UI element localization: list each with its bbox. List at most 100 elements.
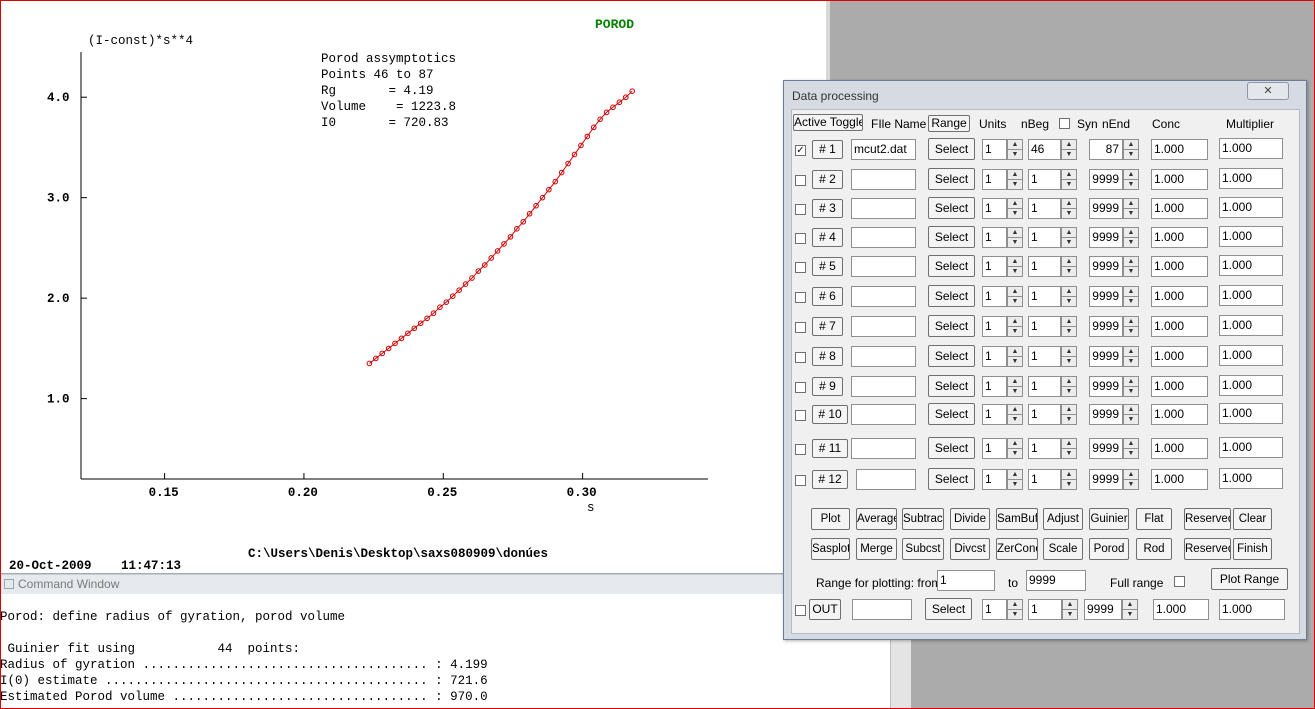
up-arrow-icon[interactable]: ▲ <box>1008 287 1022 297</box>
row-active-checkbox[interactable] <box>795 233 806 244</box>
close-button[interactable]: ✕ <box>1247 82 1289 100</box>
up-arrow-icon[interactable]: ▲ <box>1062 140 1076 150</box>
units-field[interactable]: 1 <box>982 139 1007 160</box>
scale-button[interactable]: Scale <box>1043 538 1083 560</box>
down-arrow-icon[interactable]: ▼ <box>1008 357 1022 367</box>
up-arrow-icon[interactable]: ▲ <box>1008 228 1022 238</box>
multiplier-field[interactable]: 1.000 <box>1219 255 1283 276</box>
up-arrow-icon[interactable]: ▲ <box>1008 470 1022 480</box>
file-name-field[interactable] <box>851 256 916 277</box>
conc-field[interactable]: 1.000 <box>1151 227 1208 248</box>
divcst-button[interactable]: Divcst <box>950 538 990 560</box>
sasplot-button[interactable]: Sasplot <box>811 538 850 560</box>
select-button[interactable]: Select <box>928 403 975 425</box>
down-arrow-icon[interactable]: ▼ <box>1062 480 1076 490</box>
down-arrow-icon[interactable]: ▼ <box>1062 150 1076 160</box>
row-number-button[interactable]: # 2 <box>812 170 843 189</box>
range-from-field[interactable]: 1 <box>937 570 995 591</box>
file-name-field[interactable] <box>851 316 916 337</box>
up-arrow-icon[interactable]: ▲ <box>1008 439 1022 449</box>
nend-spinner[interactable]: ▲ ▼ <box>1123 346 1139 367</box>
up-arrow-icon[interactable]: ▲ <box>1008 405 1022 415</box>
out-nend-field[interactable]: 9999 <box>1084 599 1122 620</box>
down-arrow-icon[interactable]: ▼ <box>1008 150 1022 160</box>
units-spinner[interactable]: ▲ ▼ <box>1007 227 1023 248</box>
row-active-checkbox[interactable] <box>795 352 806 363</box>
up-arrow-icon[interactable]: ▲ <box>1008 170 1022 180</box>
nbeg-field[interactable]: 1 <box>1028 316 1061 337</box>
up-arrow-icon[interactable]: ▲ <box>1062 199 1076 209</box>
multiplier-field[interactable]: 1.000 <box>1219 403 1283 424</box>
up-arrow-icon[interactable]: ▲ <box>1062 228 1076 238</box>
multiplier-field[interactable]: 1.000 <box>1219 138 1283 159</box>
file-name-field[interactable] <box>851 438 916 459</box>
row-active-checkbox[interactable] <box>795 262 806 273</box>
nbeg-field[interactable]: 1 <box>1028 256 1061 277</box>
row-number-button[interactable]: # 9 <box>812 377 843 396</box>
out-conc-field[interactable]: 1.000 <box>1153 599 1209 620</box>
out-nbeg-field[interactable]: 1 <box>1028 599 1062 620</box>
nend-field[interactable]: 9999 <box>1089 169 1123 190</box>
row-active-checkbox[interactable] <box>795 410 806 421</box>
reserved-button[interactable]: Reserved <box>1184 538 1231 560</box>
down-arrow-icon[interactable]: ▼ <box>1062 180 1076 190</box>
nend-field[interactable]: 9999 <box>1089 316 1123 337</box>
row-active-checkbox[interactable] <box>795 475 806 486</box>
row-number-button[interactable]: # 8 <box>812 347 843 366</box>
down-arrow-icon[interactable]: ▼ <box>1062 267 1076 277</box>
nend-spinner[interactable]: ▲ ▼ <box>1123 438 1139 459</box>
subtract-button[interactable]: Subtract <box>902 508 944 530</box>
conc-field[interactable]: 1.000 <box>1151 438 1208 459</box>
subcst-button[interactable]: Subcst <box>902 538 944 560</box>
nend-field[interactable]: 9999 <box>1089 198 1123 219</box>
nend-spinner[interactable]: ▲ ▼ <box>1123 286 1139 307</box>
units-spinner[interactable]: ▲ ▼ <box>1007 198 1023 219</box>
out-nbeg-spinner[interactable]: ▲ ▼ <box>1062 599 1078 620</box>
up-arrow-icon[interactable]: ▲ <box>1062 405 1076 415</box>
up-arrow-icon[interactable]: ▲ <box>1062 170 1076 180</box>
range-button[interactable]: Range <box>928 115 970 132</box>
zerconc-button[interactable]: ZerConc <box>996 538 1038 560</box>
row-number-button[interactable]: # 7 <box>812 317 843 336</box>
down-arrow-icon[interactable]: ▼ <box>1008 297 1022 307</box>
down-arrow-icon[interactable]: ▼ <box>1124 449 1138 459</box>
down-arrow-icon[interactable]: ▼ <box>1124 150 1138 160</box>
conc-field[interactable]: 1.000 <box>1151 198 1208 219</box>
select-button[interactable]: Select <box>928 197 975 219</box>
nbeg-field[interactable]: 46 <box>1028 139 1061 160</box>
file-name-field[interactable] <box>851 346 916 367</box>
nend-spinner[interactable]: ▲ ▼ <box>1123 316 1139 337</box>
up-arrow-icon[interactable]: ▲ <box>1124 470 1138 480</box>
nend-field[interactable]: 9999 <box>1089 376 1123 397</box>
down-arrow-icon[interactable]: ▼ <box>1124 415 1138 425</box>
units-spinner[interactable]: ▲ ▼ <box>1007 346 1023 367</box>
out-file-field[interactable] <box>852 599 912 620</box>
conc-field[interactable]: 1.000 <box>1151 346 1208 367</box>
nend-field[interactable]: 9999 <box>1089 256 1123 277</box>
down-arrow-icon[interactable]: ▼ <box>1124 480 1138 490</box>
nend-spinner[interactable]: ▲ ▼ <box>1123 256 1139 277</box>
units-field[interactable]: 1 <box>982 346 1007 367</box>
conc-field[interactable]: 1.000 <box>1151 316 1208 337</box>
nend-field[interactable]: 9999 <box>1089 469 1123 490</box>
up-arrow-icon[interactable]: ▲ <box>1008 347 1022 357</box>
down-arrow-icon[interactable]: ▼ <box>1062 327 1076 337</box>
nbeg-spinner[interactable]: ▲ ▼ <box>1061 316 1077 337</box>
merge-button[interactable]: Merge <box>856 538 897 560</box>
down-arrow-icon[interactable]: ▼ <box>1124 357 1138 367</box>
down-arrow-icon[interactable]: ▼ <box>1124 267 1138 277</box>
units-spinner[interactable]: ▲ ▼ <box>1007 469 1023 490</box>
out-select-button[interactable]: Select <box>925 598 972 620</box>
conc-field[interactable]: 1.000 <box>1151 169 1208 190</box>
row-number-button[interactable]: # 12 <box>812 470 848 489</box>
command-window-titlebar[interactable]: Command Window <box>0 574 890 595</box>
units-field[interactable]: 1 <box>982 227 1007 248</box>
nend-field[interactable]: 9999 <box>1089 286 1123 307</box>
conc-field[interactable]: 1.000 <box>1151 376 1208 397</box>
conc-field[interactable]: 1.000 <box>1151 139 1208 160</box>
plot-button[interactable]: Plot <box>811 508 850 530</box>
conc-field[interactable]: 1.000 <box>1151 256 1208 277</box>
row-active-checkbox[interactable] <box>795 322 806 333</box>
multiplier-field[interactable]: 1.000 <box>1219 468 1283 489</box>
units-spinner[interactable]: ▲ ▼ <box>1007 256 1023 277</box>
